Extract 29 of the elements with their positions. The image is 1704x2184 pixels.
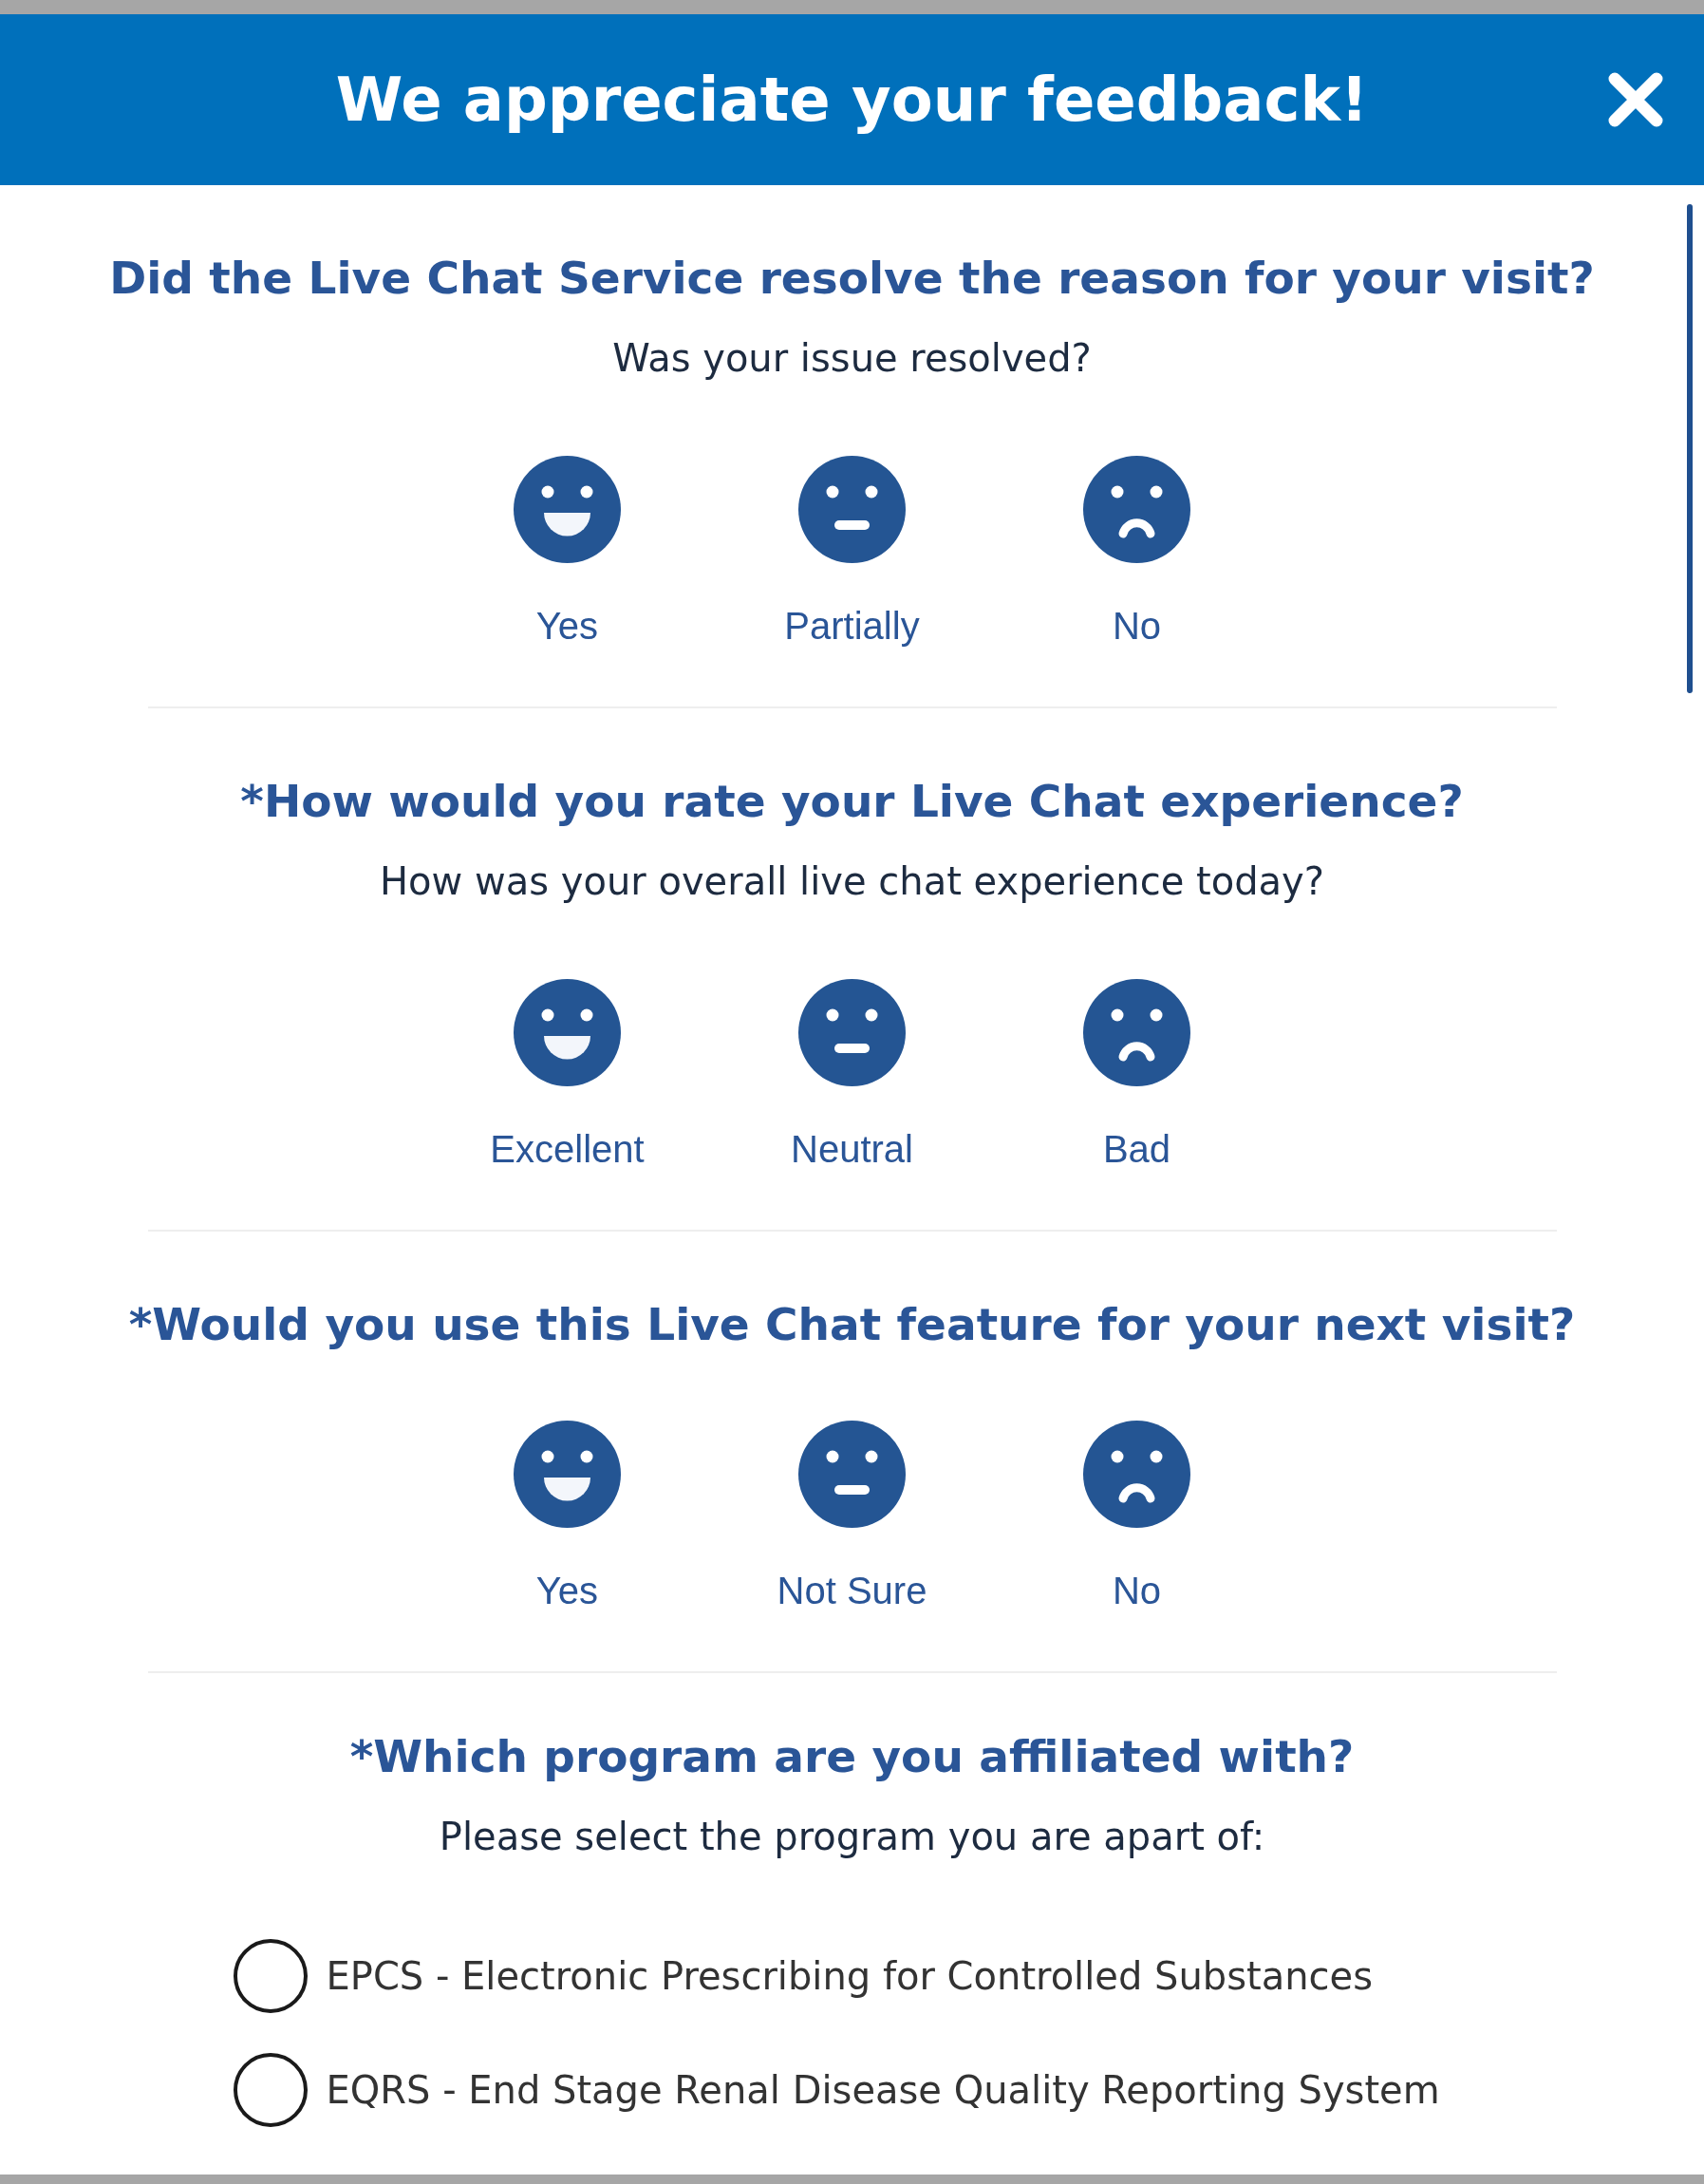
happy-face-icon [514, 456, 621, 563]
rating-option[interactable]: Not Sure [714, 1421, 990, 1612]
question-subtitle: How was your overall live chat experience today? [380, 859, 1324, 903]
rating-option[interactable]: Yes [429, 456, 705, 648]
question-subtitle: Was your issue resolved? [612, 336, 1092, 380]
neutral-face-icon [798, 456, 906, 563]
question-heading: *Would you use this Live Chat feature for your next visit? [128, 1298, 1576, 1350]
rating-option[interactable]: Bad [999, 979, 1275, 1171]
rating-option[interactable]: Excellent [429, 979, 705, 1171]
scrollbar[interactable] [1687, 204, 1693, 693]
rating-option[interactable]: Partially [714, 456, 990, 648]
radio-label: EPCS - Electronic Prescribing for Controlled Substances [326, 1954, 1373, 1998]
radio-label: EQRS - End Stage Renal Disease Quality Reporting System [326, 2068, 1440, 2112]
question-heading: Did the Live Chat Service resolve the reason for your visit? [109, 252, 1595, 304]
question-heading: *Which program are you affiliated with? [349, 1730, 1355, 1782]
sad-face-icon [1083, 1421, 1190, 1528]
sad-face-icon [1083, 979, 1190, 1086]
question-heading: *How would you rate your Live Chat experience? [240, 775, 1464, 827]
rating-option[interactable]: Yes [429, 1421, 705, 1612]
rating-option[interactable]: Neutral [714, 979, 990, 1171]
question-subtitle: Please select the program you are apart of: [439, 1815, 1265, 1858]
rating-option[interactable]: No [999, 456, 1275, 648]
neutral-face-icon [798, 1421, 906, 1528]
dialog-title: We appreciate your feedback! [335, 65, 1369, 135]
sad-face-icon [1083, 456, 1190, 563]
rating-option[interactable]: No [999, 1421, 1275, 1612]
happy-face-icon [514, 979, 621, 1086]
neutral-face-icon [798, 979, 906, 1086]
happy-face-icon [514, 1421, 621, 1528]
